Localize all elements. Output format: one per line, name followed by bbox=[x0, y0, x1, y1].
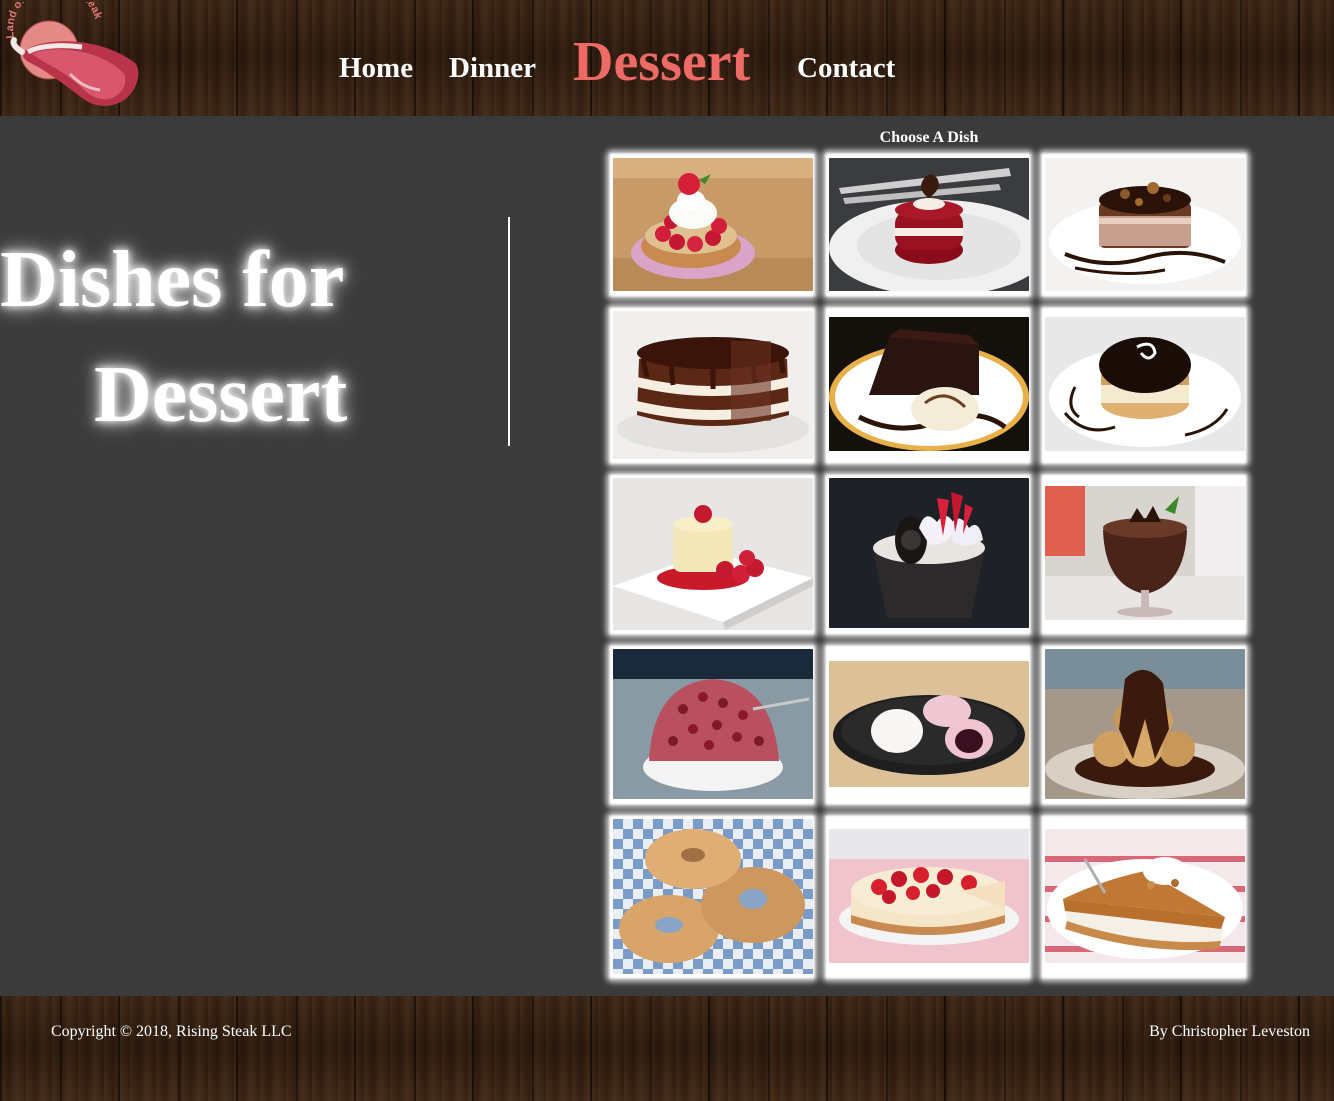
dish-tile-chocolate-lava-cake-slice[interactable] bbox=[824, 306, 1032, 465]
dish-tile-chocolate-mousse-cake[interactable] bbox=[1040, 152, 1248, 298]
gallery-title: Choose A Dish bbox=[879, 129, 979, 146]
dish-image bbox=[613, 158, 813, 291]
dish-image bbox=[613, 478, 813, 630]
dish-tile-sugared-donuts[interactable] bbox=[608, 814, 816, 980]
site-header: Land of the Rising Steak Home Dinner Des… bbox=[0, 0, 1334, 116]
dish-image bbox=[613, 819, 813, 974]
dish-image bbox=[1045, 829, 1245, 963]
nav-contact-link[interactable]: Contact bbox=[797, 52, 895, 85]
dish-tile-profiteroles[interactable] bbox=[1040, 644, 1248, 806]
dish-image bbox=[1045, 649, 1245, 799]
dish-tile-chocolate-mousse-glass[interactable] bbox=[1040, 473, 1248, 636]
dish-image bbox=[829, 317, 1029, 451]
heading-line-1: Dishes for bbox=[0, 236, 345, 324]
dish-tile-red-bean-shaved-ice[interactable] bbox=[608, 644, 816, 806]
nav-home-link[interactable]: Home bbox=[339, 52, 413, 85]
dish-tile-red-velvet-mini-cake[interactable] bbox=[824, 152, 1032, 298]
dish-image bbox=[1045, 486, 1245, 620]
dish-tile-layered-chocolate-cake[interactable] bbox=[608, 306, 816, 465]
dish-image bbox=[613, 649, 813, 799]
dish-tile-pumpkin-pie[interactable] bbox=[1040, 814, 1248, 980]
dish-tile-strawberry-cheesecake[interactable] bbox=[824, 814, 1032, 980]
dish-tile-mochi[interactable] bbox=[824, 644, 1032, 806]
vertical-divider bbox=[508, 217, 510, 446]
dish-tile-cookies-and-cream-ice-cream[interactable] bbox=[824, 473, 1032, 636]
dish-image bbox=[829, 829, 1029, 963]
dish-tile-raspberry-panna-cotta[interactable] bbox=[608, 473, 816, 636]
dish-image bbox=[613, 311, 813, 459]
dish-tile-boston-cream-pie[interactable] bbox=[1040, 306, 1248, 465]
dish-image bbox=[829, 661, 1029, 787]
copyright-text: Copyright © 2018, Rising Steak LLC bbox=[51, 1023, 292, 1040]
site-footer bbox=[0, 996, 1334, 1101]
nav-dessert-link[interactable]: Dessert bbox=[573, 30, 750, 94]
dish-image bbox=[829, 158, 1029, 291]
dish-image bbox=[1045, 317, 1245, 451]
nav-dinner-link[interactable]: Dinner bbox=[449, 52, 536, 85]
dish-tile-raspberry-cream-tart[interactable] bbox=[608, 152, 816, 298]
dish-image bbox=[829, 478, 1029, 628]
dish-image bbox=[1045, 158, 1245, 291]
heading-line-2: Dessert bbox=[94, 351, 348, 439]
author-credit: By Christopher Leveston bbox=[1149, 1023, 1310, 1040]
main-nav: Home Dinner Dessert Contact bbox=[0, 0, 1334, 116]
